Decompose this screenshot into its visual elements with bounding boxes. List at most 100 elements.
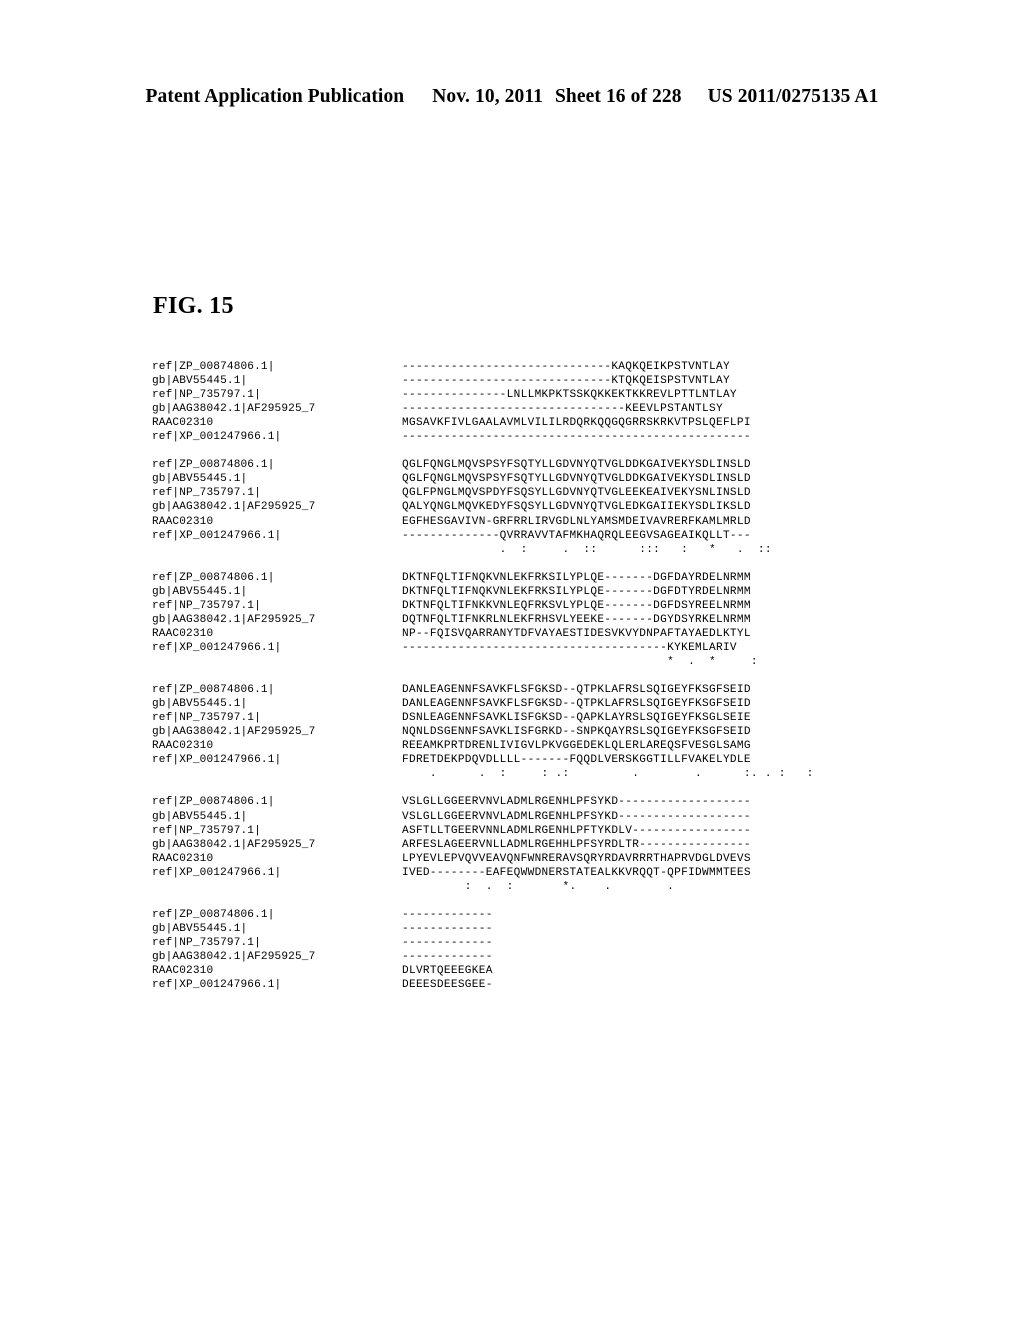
- sequence-residues: VSLGLLGGEERVNVLADMLRGENHLPFSYKD---------…: [402, 810, 751, 823]
- alignment-block: ref|ZP_00874806.1| DKTNFQLTIFNQKVNLEKFRKS…: [152, 571, 912, 669]
- publication-date: Nov. 10, 2011: [432, 86, 543, 107]
- sequence-id-label: ref|NP_735797.1|: [152, 487, 261, 500]
- sequence-residues: DKTNFQLTIFNKKVNLEQFRKSVLYPLQE-------DGFD…: [402, 599, 751, 612]
- sequence-residues: ---------------LNLLMKPKTSSKQKKEKTKKREVLP…: [402, 389, 737, 402]
- alignment-row: gb|ABV55445.1| DANLEAGENNFSAVKFLSFGKSD--Q…: [152, 697, 912, 711]
- conservation-row: . . : : .: . . :. . : :: [152, 767, 912, 781]
- sequence-id-label: ref|NP_735797.1|: [152, 824, 261, 837]
- sequence-id-label: RAAC02310: [152, 852, 214, 865]
- sequence-id-label: ref|XP_001247966.1|: [152, 529, 282, 542]
- alignment-row: ref|ZP_00874806.1| QGLFQNGLMQVSPSYFSQTYLL…: [152, 458, 912, 472]
- alignment-row: ref|NP_735797.1| ---------------LNLLMKPKT…: [152, 388, 912, 402]
- sequence-id-label: ref|NP_735797.1|: [152, 712, 261, 725]
- sequence-id-label: RAAC02310: [152, 515, 214, 528]
- alignment-row: gb|AAG38042.1|AF295925_7 -------------: [152, 950, 912, 964]
- alignment-row: RAAC02310 NP--FQISVQARRANYTDFVAYAESTIDESV…: [152, 627, 912, 641]
- patent-header: Patent Application Publication Nov. 10, …: [0, 86, 1024, 108]
- alignment-row: ref|XP_001247966.1| IVED--------EAFEQWWDN…: [152, 866, 912, 880]
- alignment-row: ref|NP_735797.1| QGLFPNGLMQVSPDYFSQSYLLGD…: [152, 486, 912, 500]
- sequence-id-label: gb|AAG38042.1|AF295925_7: [152, 613, 316, 626]
- conservation-symbols: . : . :: ::: : * . ::: [402, 543, 772, 556]
- sequence-residues: MGSAVKFIVLGAALAVMLVILILRDQRKQQGQGRRSKRKV…: [402, 417, 751, 430]
- alignment-block: ref|ZP_00874806.1| ----------------------…: [152, 360, 912, 444]
- sequence-id-label: gb|ABV55445.1|: [152, 922, 248, 935]
- alignment-row: RAAC02310 DLVRTQEEEGKEA: [152, 964, 912, 978]
- sequence-residues: ------------------------------KAQKQEIKPS…: [402, 361, 730, 373]
- sequence-alignment: ref|ZP_00874806.1| ----------------------…: [152, 360, 912, 992]
- alignment-row: ref|ZP_00874806.1| ----------------------…: [152, 360, 912, 374]
- sheet-number: Sheet 16 of 228: [554, 86, 682, 107]
- sequence-residues: DQTNFQLTIFNKRLNLEKFRHSVLYEEKE-------DGYD…: [402, 613, 751, 626]
- sequence-residues: ------------------------------KTQKQEISPS…: [402, 375, 730, 388]
- sequence-residues: --------------------------------KEEVLPST…: [402, 403, 723, 416]
- sequence-residues: FDRETDEKPDQVDLLLL-------FQQDLVERSKGGTILL…: [402, 754, 751, 767]
- sequence-id-label: ref|NP_735797.1|: [152, 936, 261, 949]
- alignment-row: ref|XP_001247966.1| --------------QVRRAVV…: [152, 529, 912, 543]
- sequence-id-label: ref|XP_001247966.1|: [152, 431, 282, 444]
- alignment-row: ref|NP_735797.1| -------------: [152, 936, 912, 950]
- sequence-residues: EGFHESGAVIVN-GRFRRLIRVGDLNLYAMSMDEIVAVRE…: [402, 515, 751, 528]
- sequence-id-label: gb|ABV55445.1|: [152, 585, 248, 598]
- sequence-id-label: gb|AAG38042.1|AF295925_7: [152, 950, 316, 963]
- sequence-id-label: gb|ABV55445.1|: [152, 473, 248, 486]
- sequence-residues: LPYEVLEPVQVVEAVQNFWNRERAVSQRYRDAVRRRTHAP…: [402, 852, 751, 865]
- sequence-residues: DKTNFQLTIFNQKVNLEKFRKSILYPLQE-------DGFD…: [402, 571, 751, 584]
- alignment-block: ref|ZP_00874806.1| VSLGLLGGEERVNVLADMLRGE…: [152, 795, 912, 893]
- sequence-residues: DANLEAGENNFSAVKFLSFGKSD--QTPKLAFRSLSQIGE…: [402, 684, 751, 697]
- alignment-row: ref|XP_001247966.1| DEEESDEESGEE-: [152, 978, 912, 992]
- sequence-residues: DLVRTQEEEGKEA: [402, 965, 493, 978]
- alignment-row: ref|XP_001247966.1| ---------------------…: [152, 641, 912, 655]
- patent-number: US 2011/0275135 A1: [707, 86, 879, 107]
- conservation-row: * . * :: [152, 655, 912, 669]
- alignment-block: ref|ZP_00874806.1| QGLFQNGLMQVSPSYFSQTYLL…: [152, 458, 912, 556]
- sequence-residues: NP--FQISVQARRANYTDFVAYAESTIDESVKVYDNPAFT…: [402, 627, 751, 640]
- alignment-row: ref|ZP_00874806.1| DKTNFQLTIFNQKVNLEKFRKS…: [152, 571, 912, 585]
- alignment-row: RAAC02310 EGFHESGAVIVN-GRFRRLIRVGDLNLYAMS…: [152, 515, 912, 529]
- sequence-residues: --------------------------------------KY…: [402, 641, 737, 654]
- alignment-row: gb|AAG38042.1|AF295925_7 ----------------…: [152, 402, 912, 416]
- sequence-id-label: gb|ABV55445.1|: [152, 810, 248, 823]
- sequence-id-label: gb|ABV55445.1|: [152, 698, 248, 711]
- alignment-row: gb|AAG38042.1|AF295925_7 ARFESLAGEERVNLLA…: [152, 838, 912, 852]
- sequence-residues: -------------: [402, 922, 493, 935]
- sequence-id-label: ref|NP_735797.1|: [152, 599, 261, 612]
- alignment-block: ref|ZP_00874806.1| DANLEAGENNFSAVKFLSFGKS…: [152, 683, 912, 781]
- sequence-id-label: ref|XP_001247966.1|: [152, 641, 282, 654]
- alignment-row: ref|NP_735797.1| ASFTLLTGEERVNNLADMLRGENH…: [152, 824, 912, 838]
- sequence-id-label: ref|ZP_00874806.1|: [152, 796, 275, 809]
- conservation-row: . : . :: ::: : * . ::: [152, 543, 912, 557]
- alignment-row: RAAC02310 MGSAVKFIVLGAALAVMLVILILRDQRKQQG…: [152, 416, 912, 430]
- sequence-id-label: gb|AAG38042.1|AF295925_7: [152, 838, 316, 851]
- alignment-row: gb|AAG38042.1|AF295925_7 QALYQNGLMQVKEDYF…: [152, 500, 912, 514]
- sequence-residues: ----------------------------------------…: [402, 431, 751, 444]
- sequence-residues: -------------: [402, 950, 493, 963]
- alignment-row: ref|NP_735797.1| DKTNFQLTIFNKKVNLEQFRKSVL…: [152, 599, 912, 613]
- sequence-residues: QGLFPNGLMQVSPDYFSQSYLLGDVNYQTVGLEEKEAIVE…: [402, 487, 751, 500]
- sequence-residues: DANLEAGENNFSAVKFLSFGKSD--QTPKLAFRSLSQIGE…: [402, 698, 751, 711]
- alignment-row: ref|ZP_00874806.1| VSLGLLGGEERVNVLADMLRGE…: [152, 795, 912, 809]
- sequence-id-label: ref|ZP_00874806.1|: [152, 361, 275, 373]
- sequence-residues: VSLGLLGGEERVNVLADMLRGENHLPFSYKD---------…: [402, 796, 751, 809]
- sequence-residues: QGLFQNGLMQVSPSYFSQTYLLGDVNYQTVGLDDKGAIVE…: [402, 473, 751, 486]
- sequence-id-label: ref|ZP_00874806.1|: [152, 571, 275, 584]
- alignment-row: gb|ABV55445.1| QGLFQNGLMQVSPSYFSQTYLLGDVN…: [152, 472, 912, 486]
- sequence-residues: QGLFQNGLMQVSPSYFSQTYLLGDVNYQTVGLDDKGAIVE…: [402, 459, 751, 472]
- alignment-block: ref|ZP_00874806.1| ------------- gb|ABV554…: [152, 908, 912, 992]
- conservation-symbols: : . : *. . .: [402, 880, 675, 893]
- alignment-row: gb|ABV55445.1| DKTNFQLTIFNQKVNLEKFRKSILYP…: [152, 585, 912, 599]
- sequence-id-label: ref|XP_001247966.1|: [152, 866, 282, 879]
- alignment-row: gb|ABV55445.1| --------------------------…: [152, 374, 912, 388]
- sequence-id-label: ref|XP_001247966.1|: [152, 979, 282, 992]
- sequence-id-label: RAAC02310: [152, 740, 214, 753]
- sequence-residues: QALYQNGLMQVKEDYFSQSYLLGDVNYQTVGLEDKGAIIE…: [402, 501, 751, 514]
- sequence-id-label: RAAC02310: [152, 965, 214, 978]
- sequence-id-label: RAAC02310: [152, 417, 214, 430]
- sequence-id-label: ref|ZP_00874806.1|: [152, 684, 275, 697]
- publication-label: Patent Application Publication: [145, 86, 405, 107]
- sequence-id-label: ref|ZP_00874806.1|: [152, 908, 275, 921]
- sequence-residues: NQNLDSGENNFSAVKLISFGRKD--SNPKQAYRSLSQIGE…: [402, 726, 751, 739]
- alignment-row: gb|AAG38042.1|AF295925_7 NQNLDSGENNFSAVKL…: [152, 725, 912, 739]
- sequence-residues: -------------: [402, 936, 493, 949]
- alignment-row: gb|ABV55445.1| -------------: [152, 922, 912, 936]
- alignment-row: gb|AAG38042.1|AF295925_7 DQTNFQLTIFNKRLNL…: [152, 613, 912, 627]
